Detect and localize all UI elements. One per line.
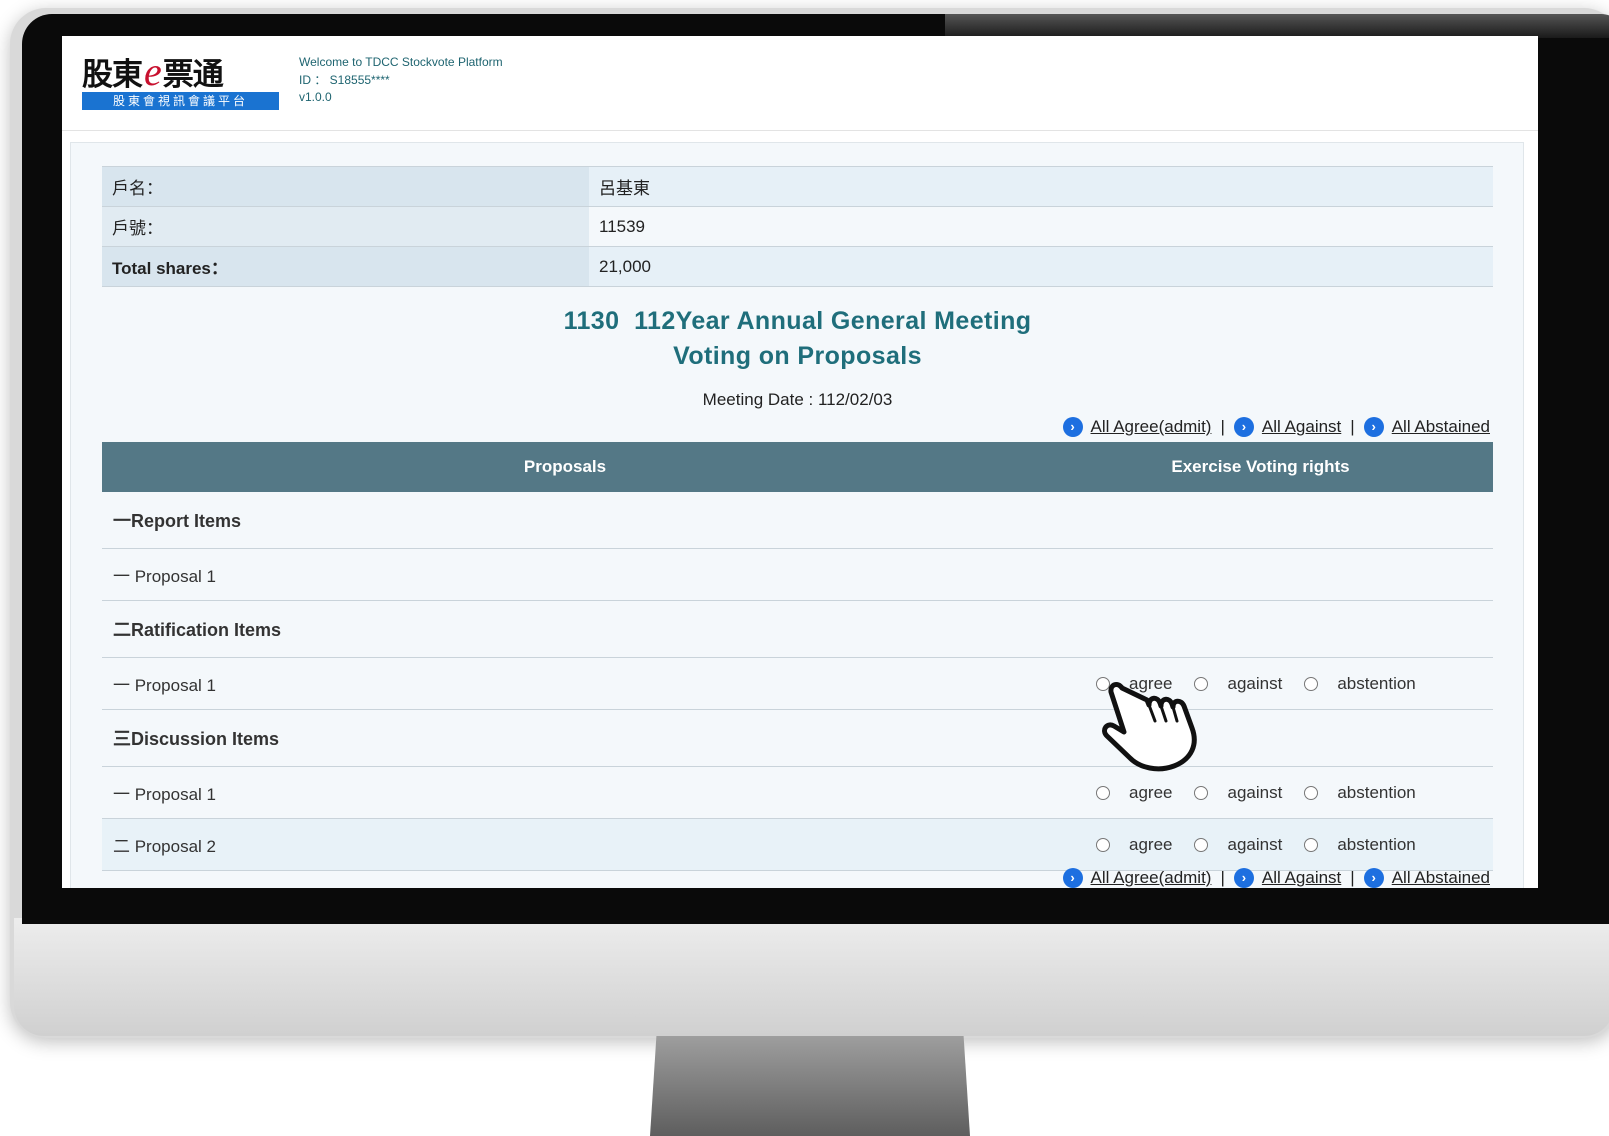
- account-number-value: 11539: [589, 206, 1493, 247]
- proposal-row: 一 Proposal 1 agree against abstention: [102, 658, 1493, 710]
- section-label: 二Ratification Items: [113, 620, 282, 640]
- monitor-chin: [14, 918, 1609, 1036]
- all-against-link[interactable]: All Against: [1262, 417, 1341, 437]
- meeting-title: 1130 112Year Annual General Meeting Voti…: [102, 304, 1493, 374]
- screen-content: 戶名： 呂基東 戶號： 11539 Total shares： 21,000 1…: [62, 36, 1538, 888]
- abstention-radio[interactable]: [1304, 785, 1319, 800]
- monitor-stand: [650, 1036, 970, 1136]
- chevron-right-circle-icon: ›: [1062, 868, 1083, 888]
- proposal-label: 一 Proposal 1: [113, 567, 216, 586]
- proposal-label: 一 Proposal 1: [113, 785, 216, 804]
- meeting-title-line1: 1130 112Year Annual General Meeting: [563, 307, 1032, 335]
- chevron-right-circle-icon: ›: [1363, 417, 1384, 437]
- agree-radio[interactable]: [1096, 837, 1110, 852]
- against-radio[interactable]: [1194, 785, 1209, 800]
- account-row-name: 戶名： 呂基東: [102, 166, 1493, 207]
- section-ratification-items: 二Ratification Items: [102, 601, 1493, 658]
- all-against-link[interactable]: All Against: [1262, 868, 1341, 888]
- separator: |: [1220, 868, 1225, 887]
- proposals-table-header: Proposals Exercise Voting rights: [102, 442, 1493, 492]
- all-agree-link[interactable]: All Agree(admit): [1091, 868, 1212, 888]
- total-shares-value: 21,000: [589, 246, 1493, 287]
- account-name-label: 戶名：: [102, 166, 589, 207]
- proposal-label: 一 Proposal 1: [113, 676, 216, 695]
- account-info-table: 戶名： 呂基東 戶號： 11539 Total shares： 21,000: [102, 166, 1493, 287]
- account-row-shares: Total shares： 21,000: [102, 246, 1493, 287]
- proposal-row: 一 Proposal 1 agree against abstention: [102, 767, 1493, 819]
- separator: |: [1350, 868, 1355, 887]
- all-abstained-link[interactable]: All Abstained: [1392, 868, 1490, 888]
- total-shares-label: Total shares：: [102, 246, 589, 287]
- vote-against[interactable]: against: [1194, 835, 1282, 855]
- all-abstained-link[interactable]: All Abstained: [1392, 417, 1490, 437]
- all-agree-link[interactable]: All Agree(admit): [1091, 417, 1212, 437]
- account-row-number: 戶號： 11539: [102, 206, 1493, 247]
- proposal-label: 二 Proposal 2: [113, 837, 216, 856]
- vote-against[interactable]: against: [1194, 783, 1282, 803]
- pointer-hand-icon: [1102, 682, 1197, 772]
- chevron-right-circle-icon: ›: [1233, 417, 1254, 437]
- abstention-radio[interactable]: [1304, 676, 1319, 691]
- chevron-right-circle-icon: ›: [1363, 868, 1384, 888]
- proposals-table-body: 一Report Items 一 Proposal 1 二Ratification…: [102, 492, 1493, 871]
- meeting-title-line2: Voting on Proposals: [673, 342, 922, 370]
- col-voting-rights: Exercise Voting rights: [1171, 457, 1350, 476]
- separator: |: [1350, 417, 1355, 436]
- vote-abstention[interactable]: abstention: [1304, 783, 1416, 803]
- bulk-actions-top: › All Agree(admit) | › All Against | › A…: [1062, 417, 1490, 437]
- meeting-date: Meeting Date : 112/02/03: [702, 390, 893, 409]
- agree-radio[interactable]: [1096, 785, 1110, 800]
- proposal-row: 一 Proposal 1: [102, 549, 1493, 601]
- section-label: 一Report Items: [113, 511, 242, 531]
- vote-agree[interactable]: agree: [1096, 835, 1172, 855]
- vote-options: agree against abstention: [1096, 819, 1438, 870]
- account-name-value: 呂基東: [589, 166, 1493, 207]
- bulk-actions-bottom: › All Agree(admit) | › All Against | › A…: [1062, 868, 1490, 888]
- vote-agree[interactable]: agree: [1096, 783, 1172, 803]
- separator: |: [1220, 417, 1225, 436]
- chevron-right-circle-icon: ›: [1233, 868, 1254, 888]
- vote-abstention[interactable]: abstention: [1304, 674, 1416, 694]
- section-discussion-items: 三Discussion Items: [102, 710, 1493, 767]
- monitor-bezel-highlight: [945, 14, 1609, 38]
- account-number-label: 戶號：: [102, 206, 589, 247]
- col-proposals: Proposals: [523, 457, 607, 476]
- against-radio[interactable]: [1194, 837, 1209, 852]
- section-report-items: 一Report Items: [102, 492, 1493, 549]
- proposal-row: 二 Proposal 2 agree against abstention: [102, 819, 1493, 871]
- abstention-radio[interactable]: [1304, 837, 1319, 852]
- chevron-right-circle-icon: ›: [1062, 417, 1083, 437]
- vote-abstention[interactable]: abstention: [1304, 835, 1416, 855]
- section-label: 三Discussion Items: [113, 729, 280, 749]
